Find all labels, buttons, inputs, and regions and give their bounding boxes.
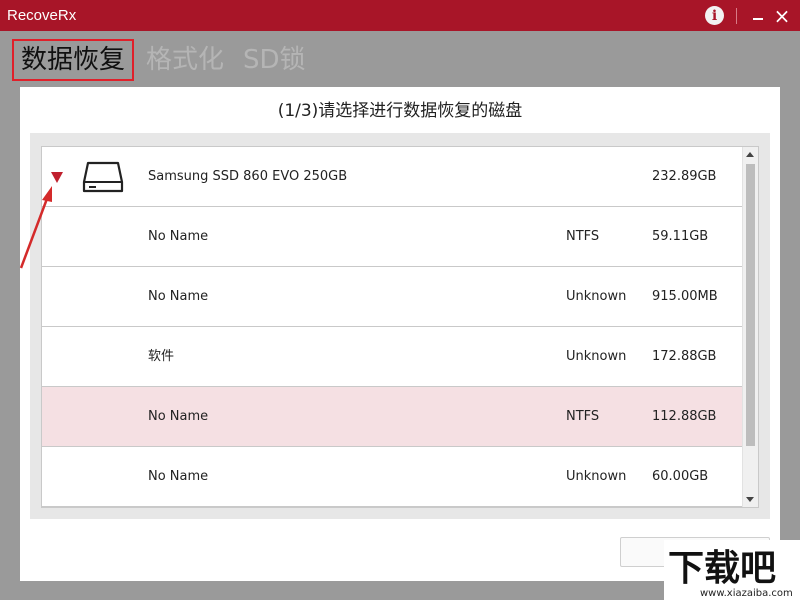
- partition-name: No Name: [148, 409, 209, 424]
- partition-row[interactable]: 软件 Unknown 172.88GB: [42, 327, 744, 387]
- partition-filesystem: Unknown: [566, 349, 627, 364]
- partition-row[interactable]: No Name NTFS 59.11GB: [42, 207, 744, 267]
- minimize-button[interactable]: [746, 0, 770, 31]
- partition-size: 172.88GB: [652, 349, 717, 364]
- disk-row[interactable]: Samsung SSD 860 EVO 250GB 232.89GB: [42, 147, 744, 207]
- partition-name: No Name: [148, 289, 209, 304]
- disk-name: Samsung SSD 860 EVO 250GB: [148, 169, 348, 184]
- tab-sd-lock[interactable]: SD锁: [243, 39, 306, 81]
- info-icon[interactable]: i: [705, 6, 724, 25]
- disk-list-rows: Samsung SSD 860 EVO 250GB 232.89GB No Na…: [42, 147, 744, 507]
- watermark-logo-image: 下载吧 www.xiazaiba.com: [664, 540, 800, 600]
- main-tabs: 数据恢复 格式化 SD锁: [0, 31, 800, 87]
- partition-row[interactable]: No Name Unknown 60.00GB: [42, 447, 744, 507]
- partition-size: 59.11GB: [652, 229, 709, 244]
- window-controls: i ×: [705, 0, 800, 31]
- disk-list-panel: Samsung SSD 860 EVO 250GB 232.89GB No Na…: [30, 133, 770, 519]
- scroll-down-icon[interactable]: [746, 497, 754, 502]
- partition-name: No Name: [148, 229, 209, 244]
- titlebar-separator: [736, 7, 737, 24]
- watermark-logo: 下载吧 www.xiazaiba.com: [664, 540, 800, 600]
- drive-icon: [82, 161, 124, 193]
- expand-arrow-icon[interactable]: [51, 172, 63, 183]
- svg-text:下载吧: 下载吧: [668, 548, 776, 589]
- partition-size: 60.00GB: [652, 469, 709, 484]
- partition-filesystem: Unknown: [566, 289, 627, 304]
- title-bar: RecoveRx i ×: [0, 0, 800, 31]
- tab-format[interactable]: 格式化: [146, 39, 224, 81]
- page-heading: (1/3)请选择进行数据恢复的磁盘: [277, 101, 523, 121]
- close-button[interactable]: ×: [770, 0, 794, 31]
- app-title: RecoveRx: [7, 7, 77, 24]
- disk-selection-card: (1/3)请选择进行数据恢复的磁盘 Samsung SSD 860 EVO 25…: [20, 87, 780, 581]
- partition-row[interactable]: No Name Unknown 915.00MB: [42, 267, 744, 327]
- minimize-icon: [753, 17, 763, 20]
- partition-filesystem: NTFS: [566, 229, 600, 244]
- scroll-thumb[interactable]: [746, 164, 755, 446]
- partition-filesystem: NTFS: [566, 409, 600, 424]
- tab-data-recovery[interactable]: 数据恢复: [12, 39, 135, 81]
- partition-name: 软件: [148, 349, 175, 364]
- disk-list: Samsung SSD 860 EVO 250GB 232.89GB No Na…: [41, 146, 759, 508]
- partition-size: 112.88GB: [652, 409, 717, 424]
- partition-size: 915.00MB: [652, 289, 718, 304]
- disk-size: 232.89GB: [652, 169, 717, 184]
- svg-text:www.xiazaiba.com: www.xiazaiba.com: [700, 588, 793, 599]
- vertical-scrollbar[interactable]: [742, 147, 758, 507]
- scroll-up-icon[interactable]: [746, 152, 754, 157]
- partition-row-selected[interactable]: No Name NTFS 112.88GB: [42, 387, 744, 447]
- partition-name: No Name: [148, 469, 209, 484]
- partition-filesystem: Unknown: [566, 469, 627, 484]
